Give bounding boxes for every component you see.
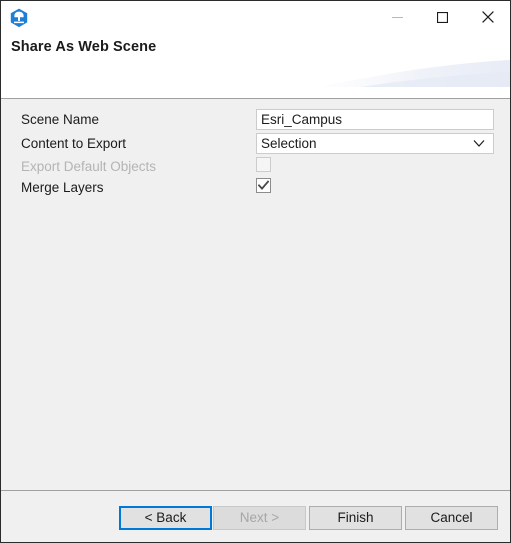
cancel-button[interactable]: Cancel bbox=[405, 506, 498, 530]
minimize-button[interactable] bbox=[375, 2, 420, 32]
label-scene-name: Scene Name bbox=[21, 112, 100, 127]
next-button[interactable]: Next > bbox=[213, 506, 306, 530]
export-default-objects-checkbox bbox=[256, 157, 271, 172]
form-row-export-default-objects: Export Default Objects bbox=[1, 156, 510, 178]
back-button[interactable]: < Back bbox=[119, 506, 212, 530]
chevron-down-icon bbox=[473, 140, 485, 147]
dialog-footer: < Back Next > Finish Cancel bbox=[1, 491, 510, 542]
content-to-export-value: Selection bbox=[261, 136, 317, 151]
share-as-web-scene-dialog: Share As Web Scene Scene Name Content to… bbox=[0, 0, 511, 543]
label-export-default-objects: Export Default Objects bbox=[21, 159, 157, 174]
checkmark-icon bbox=[258, 180, 269, 190]
content-to-export-dropdown[interactable]: Selection bbox=[256, 133, 494, 154]
close-icon bbox=[481, 11, 494, 23]
form-row-merge-layers: Merge Layers bbox=[1, 177, 510, 199]
form-row-content-to-export: Content to Export Selection bbox=[1, 133, 510, 155]
header-swoosh-decoration bbox=[320, 60, 510, 87]
label-content-to-export: Content to Export bbox=[21, 136, 127, 151]
maximize-button[interactable] bbox=[420, 2, 465, 32]
window-controls bbox=[375, 1, 510, 33]
maximize-icon bbox=[437, 11, 448, 23]
label-merge-layers: Merge Layers bbox=[21, 180, 104, 195]
form-panel: Scene Name Content to Export Selection E… bbox=[1, 99, 510, 490]
arcgis-pro-app-icon bbox=[8, 7, 30, 29]
title-bar: Share As Web Scene bbox=[1, 1, 510, 98]
close-button[interactable] bbox=[465, 2, 510, 32]
page-title: Share As Web Scene bbox=[11, 39, 157, 55]
minimize-icon bbox=[392, 16, 403, 18]
scene-name-input[interactable] bbox=[256, 109, 494, 130]
form-row-scene-name: Scene Name bbox=[1, 109, 510, 131]
finish-button[interactable]: Finish bbox=[309, 506, 402, 530]
merge-layers-checkbox[interactable] bbox=[256, 178, 271, 193]
